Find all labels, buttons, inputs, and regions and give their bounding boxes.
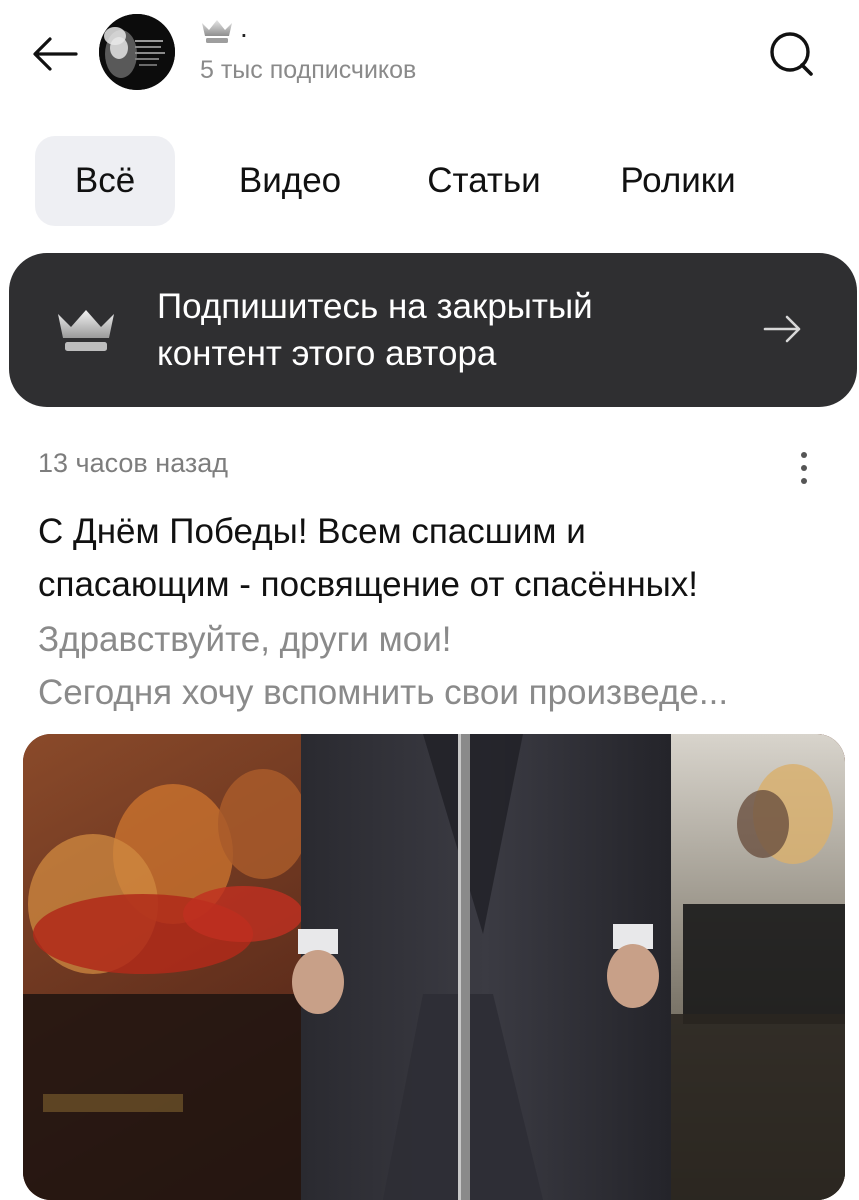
channel-page: . 5 тыс подписчиков Всё Видео Статьи Рол… <box>0 0 859 1200</box>
search-icon <box>770 32 813 76</box>
concert-photo <box>23 734 845 1200</box>
tab-articles[interactable]: Статьи <box>405 136 563 226</box>
channel-header: . 5 тыс подписчиков <box>0 0 859 115</box>
post-timestamp: 13 часов назад <box>38 448 229 478</box>
crown-icon <box>58 310 114 351</box>
subscribers-count: 5 тыс подписчиков <box>200 56 417 84</box>
avatar-image <box>99 14 175 90</box>
menu-dot <box>801 465 807 471</box>
post-excerpt-line-2: Сегодня хочу вспомнить свои произведе... <box>38 673 729 712</box>
arrow-right-icon <box>763 315 801 343</box>
post-excerpt[interactable]: Здравствуйте, други мои! Сегодня хочу вс… <box>38 613 828 719</box>
tab-shorts[interactable]: Ролики <box>563 136 793 226</box>
tab-all[interactable]: Всё <box>35 136 175 226</box>
content-tabs: Всё Видео Статьи Ролики <box>35 136 793 226</box>
banner-line-2: контент этого автора <box>157 334 497 373</box>
menu-dot <box>801 478 807 484</box>
tab-video[interactable]: Видео <box>175 136 405 226</box>
subscribe-premium-banner[interactable]: Подпишитесь на закрытый контент этого ав… <box>9 253 857 407</box>
search-button[interactable] <box>763 26 819 82</box>
post-excerpt-line-1: Здравствуйте, други мои! <box>38 620 452 659</box>
banner-line-1: Подпишитесь на закрытый <box>157 287 593 326</box>
crown-icon <box>202 20 232 43</box>
post-cover-image[interactable] <box>23 734 845 1200</box>
back-button[interactable] <box>26 30 82 78</box>
post-title-line-1: С Днём Победы! Всем спасшим и <box>38 512 586 551</box>
arrow-left-icon <box>33 37 78 71</box>
more-vertical-icon[interactable] <box>789 446 819 490</box>
channel-name[interactable]: . <box>200 12 248 46</box>
post-title-line-2: спасающим - посвящение от спасённых! <box>38 565 699 604</box>
menu-dot <box>801 452 807 458</box>
channel-avatar[interactable] <box>99 14 175 90</box>
channel-name-text: . <box>240 12 248 43</box>
post-title[interactable]: С Днём Победы! Всем спасшим и спасающим … <box>38 505 828 611</box>
banner-text: Подпишитесь на закрытый контент этого ав… <box>157 283 717 377</box>
